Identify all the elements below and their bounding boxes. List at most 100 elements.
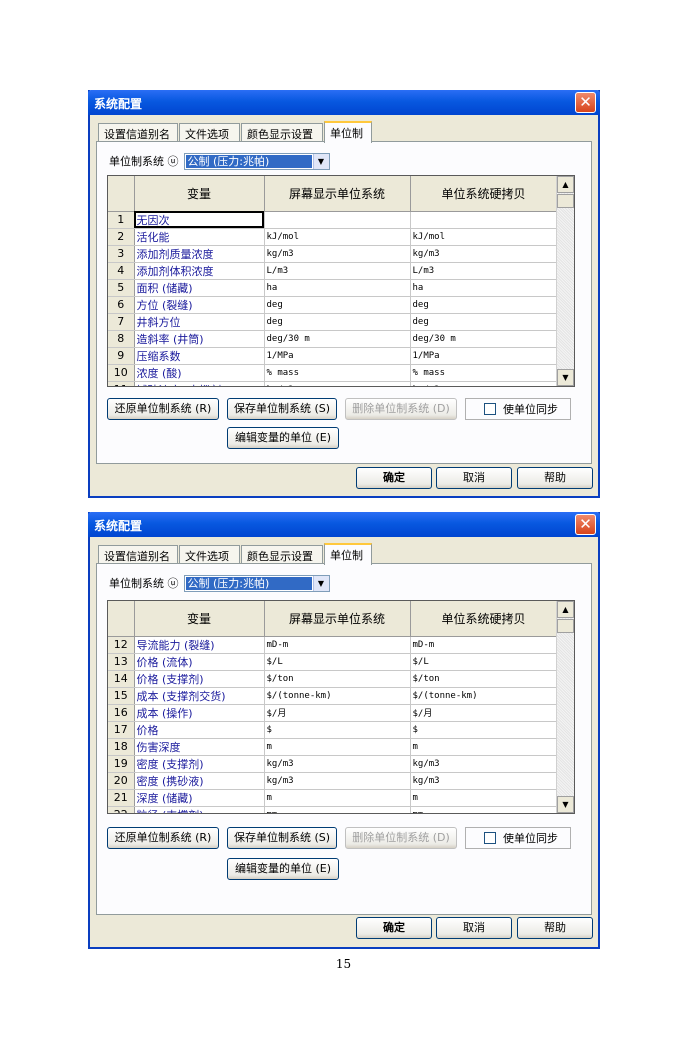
screen-unit-cell[interactable]: deg/30 m bbox=[264, 330, 411, 348]
hardcopy-unit-cell[interactable]: % mass bbox=[410, 364, 558, 382]
delete-unit-system-button[interactable]: 删除单位制系统 (D) bbox=[345, 827, 457, 849]
cancel-button[interactable]: 取消 bbox=[436, 917, 512, 939]
screen-unit-cell[interactable]: $/L bbox=[264, 653, 411, 671]
hardcopy-unit-cell[interactable]: mm bbox=[410, 806, 558, 813]
variable-cell[interactable]: 面积 (储藏) bbox=[134, 279, 265, 297]
column-header[interactable]: 变量 bbox=[134, 601, 265, 637]
scroll-up-icon[interactable]: ▲ bbox=[557, 601, 574, 618]
variable-cell[interactable]: 活化能 bbox=[134, 228, 265, 246]
restore-unit-system-button[interactable]: 还原单位制系统 (R) bbox=[107, 827, 219, 849]
table-row[interactable]: 21 深度 (储藏) m m bbox=[108, 789, 558, 807]
tab-channel-alias[interactable]: 设置信道别名 bbox=[98, 123, 178, 142]
title-bar[interactable]: 系统配置 ✕ bbox=[88, 90, 600, 115]
checkbox-icon[interactable] bbox=[484, 832, 496, 844]
variable-cell[interactable]: 井斜方位 bbox=[134, 313, 265, 331]
table-row[interactable]: 13 价格 (流体) $/L $/L bbox=[108, 653, 558, 671]
unit-system-dropdown[interactable]: 公制 (压力:兆帕) ▼ bbox=[183, 574, 330, 592]
screen-unit-cell[interactable]: kg/m3 bbox=[264, 245, 411, 263]
column-header[interactable]: 单位系统硬拷贝 bbox=[410, 601, 558, 637]
hardcopy-unit-cell[interactable]: deg/30 m bbox=[410, 330, 558, 348]
screen-unit-cell[interactable]: ha bbox=[264, 279, 411, 297]
restore-unit-system-button[interactable]: 还原单位制系统 (R) bbox=[107, 398, 219, 420]
variable-cell[interactable]: 方位 (裂缝) bbox=[134, 296, 265, 314]
screen-unit-cell[interactable]: deg bbox=[264, 296, 411, 314]
hardcopy-unit-cell[interactable]: kg/m2 bbox=[410, 381, 558, 386]
variable-cell[interactable]: 伤害深度 bbox=[134, 738, 265, 756]
variable-cell[interactable]: 造斜率 (井筒) bbox=[134, 330, 265, 348]
variable-cell[interactable]: 成本 (支撑剂交货) bbox=[134, 687, 265, 705]
screen-unit-cell[interactable]: $/(tonne-km) bbox=[264, 687, 411, 705]
vertical-scrollbar[interactable]: ▲ ▼ bbox=[556, 176, 574, 386]
column-header[interactable]: 屏幕显示单位系统 bbox=[264, 601, 411, 637]
hardcopy-unit-cell[interactable]: m bbox=[410, 789, 558, 807]
table-row[interactable]: 5 面积 (储藏) ha ha bbox=[108, 279, 558, 297]
help-button[interactable]: 帮助 bbox=[517, 467, 593, 489]
variable-cell[interactable]: 价格 (支撑剂) bbox=[134, 670, 265, 688]
delete-unit-system-button[interactable]: 删除单位制系统 (D) bbox=[345, 398, 457, 420]
title-bar[interactable]: 系统配置 ✕ bbox=[88, 512, 600, 537]
variable-cell[interactable]: 浓度 (酸) bbox=[134, 364, 265, 382]
tab-file-options[interactable]: 文件选项 bbox=[179, 545, 240, 564]
hardcopy-unit-cell[interactable]: L/m3 bbox=[410, 262, 558, 280]
unit-system-dropdown[interactable]: 公制 (压力:兆帕) ▼ bbox=[183, 152, 330, 170]
screen-unit-cell[interactable] bbox=[264, 211, 411, 229]
unit-grid[interactable]: 变量 屏幕显示单位系统 单位系统硬拷贝 1 无因次 2 活化能 kJ/mol kJ/mol… bbox=[107, 175, 575, 387]
screen-unit-cell[interactable]: 1/MPa bbox=[264, 347, 411, 365]
vertical-scrollbar[interactable]: ▲ ▼ bbox=[556, 601, 574, 813]
hardcopy-unit-cell[interactable]: 1/MPa bbox=[410, 347, 558, 365]
screen-unit-cell[interactable]: $/月 bbox=[264, 704, 411, 722]
variable-cell[interactable]: 价格 (流体) bbox=[134, 653, 265, 671]
screen-unit-cell[interactable]: $ bbox=[264, 721, 411, 739]
screen-unit-cell[interactable]: kg/m3 bbox=[264, 772, 411, 790]
scroll-down-icon[interactable]: ▼ bbox=[557, 796, 574, 813]
hardcopy-unit-cell[interactable]: kg/m3 bbox=[410, 755, 558, 773]
screen-unit-cell[interactable]: % mass bbox=[264, 364, 411, 382]
variable-cell[interactable]: 成本 (操作) bbox=[134, 704, 265, 722]
screen-unit-cell[interactable]: $/ton bbox=[264, 670, 411, 688]
variable-cell[interactable]: 铺砂浓度 (支撑剂) bbox=[134, 381, 265, 386]
ok-button[interactable]: 确定 bbox=[356, 917, 432, 939]
table-row[interactable]: 10 浓度 (酸)% mass% mass bbox=[108, 364, 558, 382]
table-row[interactable]: 11铺砂浓度 (支撑剂)kg/m2kg/m2 bbox=[108, 381, 558, 386]
variable-cell[interactable]: 压缩系数 bbox=[134, 347, 265, 365]
screen-unit-cell[interactable]: kJ/mol bbox=[264, 228, 411, 246]
screen-unit-cell[interactable]: m bbox=[264, 738, 411, 756]
variable-cell[interactable]: 价格 bbox=[134, 721, 265, 739]
variable-cell[interactable]: 密度 (支撑剂) bbox=[134, 755, 265, 773]
table-row[interactable]: 22粒径 (支撑剂)mmmm bbox=[108, 806, 558, 813]
edit-variable-units-button[interactable]: 编辑变量的单位 (E) bbox=[227, 427, 339, 449]
scroll-down-icon[interactable]: ▼ bbox=[557, 369, 574, 386]
scroll-thumb[interactable] bbox=[557, 619, 574, 633]
hardcopy-unit-cell[interactable]: kg/m3 bbox=[410, 245, 558, 263]
cancel-button[interactable]: 取消 bbox=[436, 467, 512, 489]
screen-unit-cell[interactable]: mm bbox=[264, 806, 411, 813]
tab-file-options[interactable]: 文件选项 bbox=[179, 123, 240, 142]
close-button[interactable]: ✕ bbox=[575, 92, 596, 113]
hardcopy-unit-cell[interactable]: $/ton bbox=[410, 670, 558, 688]
hardcopy-unit-cell[interactable] bbox=[410, 211, 558, 229]
hardcopy-unit-cell[interactable]: mD-m bbox=[410, 636, 558, 654]
table-row[interactable]: 6 方位 (裂缝) deg deg bbox=[108, 296, 558, 314]
table-row[interactable]: 14 价格 (支撑剂) $/ton $/ton bbox=[108, 670, 558, 688]
screen-unit-cell[interactable]: m bbox=[264, 789, 411, 807]
screen-unit-cell[interactable]: kg/m2 bbox=[264, 381, 411, 386]
variable-cell[interactable]: 无因次 bbox=[134, 211, 265, 229]
hardcopy-unit-cell[interactable]: $/L bbox=[410, 653, 558, 671]
save-unit-system-button[interactable]: 保存单位制系统 (S) bbox=[227, 398, 337, 420]
variable-cell[interactable]: 密度 (携砂液) bbox=[134, 772, 265, 790]
tab-color-display[interactable]: 颜色显示设置 bbox=[241, 545, 323, 564]
hardcopy-unit-cell[interactable]: $/月 bbox=[410, 704, 558, 722]
variable-cell[interactable]: 粒径 (支撑剂) bbox=[134, 806, 265, 813]
table-row[interactable]: 18 伤害深度 m m bbox=[108, 738, 558, 756]
tab-unit-system[interactable]: 单位制 bbox=[324, 543, 372, 565]
ok-button[interactable]: 确定 bbox=[356, 467, 432, 489]
screen-unit-cell[interactable]: deg bbox=[264, 313, 411, 331]
edit-variable-units-button[interactable]: 编辑变量的单位 (E) bbox=[227, 858, 339, 880]
table-row[interactable]: 1 无因次 bbox=[108, 211, 558, 229]
table-row[interactable]: 9 压缩系数 1/MPa 1/MPa bbox=[108, 347, 558, 365]
scroll-thumb[interactable] bbox=[557, 194, 574, 208]
table-row[interactable]: 19 密度 (支撑剂) kg/m3 kg/m3 bbox=[108, 755, 558, 773]
chevron-down-icon[interactable]: ▼ bbox=[312, 153, 329, 169]
sync-units-checkbox[interactable]: 使单位同步 bbox=[465, 827, 571, 849]
help-button[interactable]: 帮助 bbox=[517, 917, 593, 939]
